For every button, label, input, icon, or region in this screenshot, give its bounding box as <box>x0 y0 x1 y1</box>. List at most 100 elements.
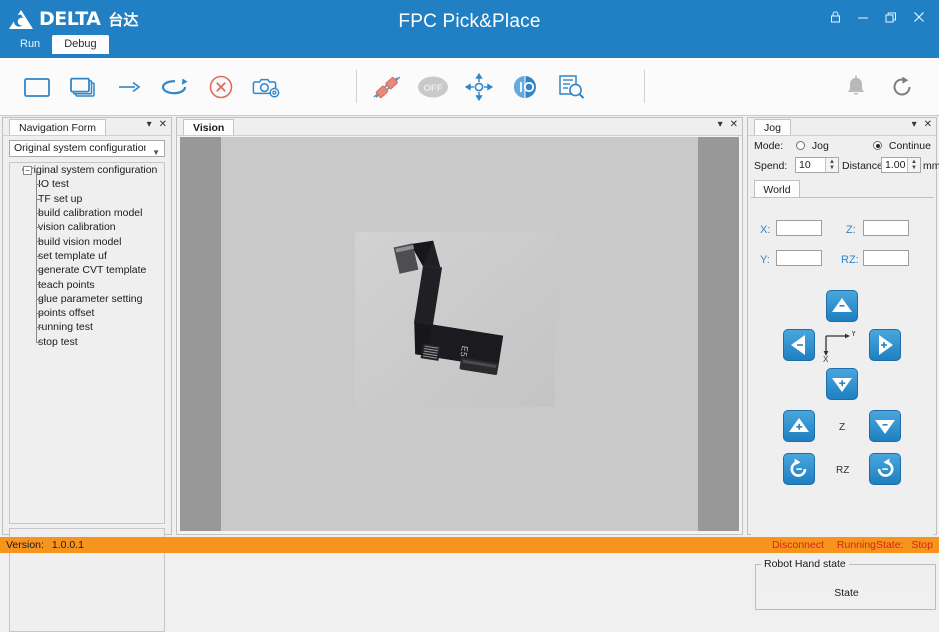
loop-cycle-icon[interactable] <box>152 64 198 110</box>
running-state-label: RunningState: <box>836 539 904 551</box>
tree-item-build-vision-model[interactable]: build vision model <box>10 227 164 249</box>
tree-item-label: teach points <box>38 278 95 291</box>
mode-label: Mode: <box>754 140 784 152</box>
tab-world[interactable]: World <box>754 180 800 198</box>
jog-rz-minus-button[interactable] <box>783 453 815 485</box>
connect-plug-icon[interactable] <box>364 64 410 110</box>
svg-text:Y: Y <box>851 331 857 338</box>
mode-radio-jog[interactable]: Jog <box>796 140 829 152</box>
tree-item-label: IO test <box>38 178 69 191</box>
tree-item-label: build vision model <box>38 235 122 248</box>
configuration-select-value: Original system configuration <box>14 142 146 154</box>
tree-item-label: glue parameter setting <box>38 292 143 305</box>
distance-stepper[interactable]: ▲ ▼ <box>907 158 920 172</box>
speed-input[interactable]: 10 ▲ ▼ <box>795 157 839 173</box>
tree-item-running-test[interactable]: running test <box>10 313 164 335</box>
tree-item-label: stop test <box>38 335 78 348</box>
tab-debug[interactable]: Debug <box>52 35 109 54</box>
tree-root-label: Original system configuration <box>22 164 158 177</box>
mode-radio-continue-label: Continue <box>888 140 931 152</box>
tree-item-set-template-uf[interactable]: set template uf <box>10 241 164 263</box>
distance-label: Distance: <box>842 160 886 172</box>
navigation-panel-tab[interactable]: Navigation Form <box>9 119 107 135</box>
chevron-down-icon[interactable]: ▾ <box>912 120 917 130</box>
close-icon[interactable]: ✕ <box>730 120 738 130</box>
tree-item-build-calibration-model[interactable]: build calibration model <box>10 198 164 220</box>
version-info: Version: 1.0.0.1 <box>6 539 84 551</box>
jog-x-minus-button[interactable] <box>826 290 858 322</box>
close-icon[interactable]: ✕ <box>924 120 932 130</box>
toolbar-group-run <box>14 58 290 115</box>
coord-label-z: Z: <box>846 224 856 236</box>
radio-jog[interactable] <box>796 141 805 150</box>
notification-bell-icon[interactable] <box>833 64 879 110</box>
jog-y-minus-button[interactable] <box>783 329 815 361</box>
vision-canvas[interactable]: E5 <box>180 137 739 531</box>
toolbar-separator-1 <box>356 70 357 103</box>
tree-vertical-line <box>36 327 37 342</box>
tree-item-glue-parameter-setting[interactable]: glue parameter setting <box>10 284 164 306</box>
status-bar: Version: 1.0.0.1 Disconnect RunningState… <box>0 537 939 553</box>
fpc-label: E5 <box>458 345 470 357</box>
tree-item-label: points offset <box>38 307 95 320</box>
running-state-value: Stop <box>911 539 933 551</box>
toolbar-group-device: OFF <box>364 58 594 115</box>
coord-input-x[interactable] <box>776 220 822 236</box>
tree-item-generate-cvt-template[interactable]: generate CVT template <box>10 256 164 278</box>
step-arrow-icon[interactable] <box>106 64 152 110</box>
svg-text:OFF: OFF <box>424 83 443 94</box>
coord-label-y: Y: <box>760 254 770 266</box>
power-off-toggle[interactable]: OFF <box>410 64 456 110</box>
navigation-tree[interactable]: − Original system configuration IO test TF … <box>9 162 165 524</box>
robot-hand-state-title: Robot Hand state <box>761 558 849 570</box>
app-title: FPC Pick&Place <box>398 11 541 32</box>
speed-stepper[interactable]: ▲ ▼ <box>825 158 838 172</box>
single-window-icon[interactable] <box>14 64 60 110</box>
jog-z-minus-button[interactable] <box>869 410 901 442</box>
chevron-down-icon[interactable]: ▾ <box>147 120 152 130</box>
jog-rz-plus-button[interactable] <box>869 453 901 485</box>
lock-icon[interactable] <box>821 6 849 28</box>
configuration-select[interactable]: Original system configuration ▼ <box>9 140 165 157</box>
maximize-icon[interactable] <box>877 6 905 28</box>
toolbar-separator-2 <box>644 70 645 103</box>
tree-item-label: set template uf <box>38 249 107 262</box>
tree-item-points-offset[interactable]: points offset <box>10 298 164 320</box>
refresh-icon[interactable] <box>879 64 925 110</box>
jog-x-plus-button[interactable] <box>826 368 858 400</box>
coord-input-z[interactable] <box>863 220 909 236</box>
svg-text:X: X <box>823 355 829 363</box>
close-icon[interactable] <box>905 6 933 28</box>
close-icon[interactable]: ✕ <box>159 120 167 130</box>
tree-item-stop-test[interactable]: stop test <box>10 327 164 349</box>
window-controls <box>821 6 933 28</box>
jog-z-plus-button[interactable] <box>783 410 815 442</box>
mode-radio-continue[interactable]: Continue <box>873 140 931 152</box>
io-icon[interactable] <box>502 64 548 110</box>
navigation-panel-header: Navigation Form ▾ ✕ <box>3 118 171 136</box>
tree-item-teach-points[interactable]: teach points <box>10 270 164 292</box>
distance-input[interactable]: 1.00 ▲ ▼ <box>881 157 921 173</box>
jog-y-plus-button[interactable] <box>869 329 901 361</box>
log-search-icon[interactable] <box>548 64 594 110</box>
coord-input-y[interactable] <box>776 250 822 266</box>
tree-item-vision-calibration[interactable]: vision calibration <box>10 213 164 235</box>
tree-item-io-test[interactable]: IO test <box>10 170 164 192</box>
minimize-icon[interactable] <box>849 6 877 28</box>
coord-input-rz[interactable] <box>863 250 909 266</box>
vision-panel-tab[interactable]: Vision <box>183 119 235 135</box>
jog-panel-tab[interactable]: Jog <box>754 119 791 135</box>
stop-circle-icon[interactable] <box>198 64 244 110</box>
tab-run[interactable]: Run <box>8 35 52 54</box>
chevron-down-icon[interactable]: ▾ <box>718 120 723 130</box>
radio-continue[interactable] <box>873 141 882 150</box>
tree-item-label: vision calibration <box>38 221 116 234</box>
multi-window-icon[interactable] <box>60 64 106 110</box>
tree-collapse-icon[interactable]: − <box>23 166 32 175</box>
connection-status: Disconnect <box>772 539 824 551</box>
tree-root[interactable]: − Original system configuration <box>10 163 164 177</box>
tree-item-label: generate CVT template <box>38 264 147 277</box>
home-axis-icon[interactable] <box>456 64 502 110</box>
tree-item-tf-set-up[interactable]: TF set up <box>10 184 164 206</box>
camera-settings-icon[interactable] <box>244 64 290 110</box>
